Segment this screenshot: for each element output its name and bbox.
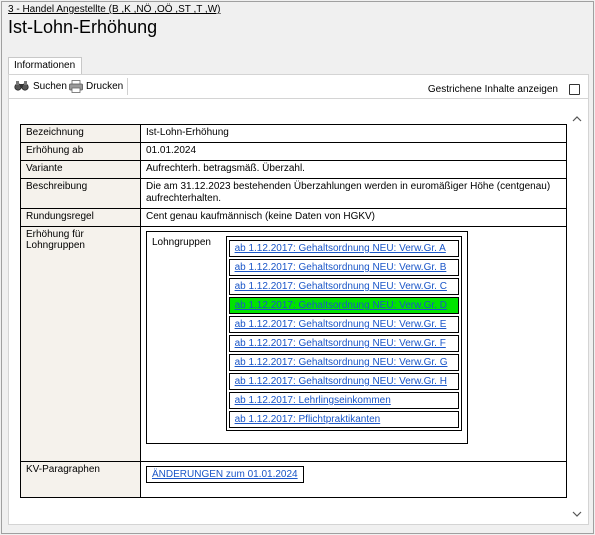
lohngruppe-link[interactable]: ab 1.12.2017: Gehaltsordnung NEU: Verw.G…	[228, 354, 459, 371]
content-panel[interactable]: Bezeichnung Ist-Lohn-Erhöhung Erhöhung a…	[8, 98, 589, 525]
show-struck-checkbox[interactable]	[569, 84, 580, 95]
value-lohngruppen: Lohngruppen ab 1.12.2017: Gehaltsordnung…	[140, 226, 567, 462]
toolbar-divider	[127, 78, 128, 95]
search-button[interactable]: Suchen	[14, 80, 67, 92]
lohngruppe-link[interactable]: ab 1.12.2017: Pflichtpraktikanten	[228, 411, 459, 428]
value-kv-paragraphen: ÄNDERUNGEN zum 01.01.2024	[140, 461, 567, 498]
label-lohngruppen: Erhöhung für Lohngruppen	[20, 226, 141, 462]
label-variante: Variante	[20, 160, 141, 179]
lohngruppe-link[interactable]: ab 1.12.2017: Gehaltsordnung NEU: Verw.G…	[228, 316, 459, 333]
window-frame: 3 - Handel Angestellte (B ,K ,NÖ ,OÖ ,ST…	[1, 1, 594, 534]
printer-icon	[69, 80, 83, 93]
lohngruppen-box: Lohngruppen ab 1.12.2017: Gehaltsordnung…	[146, 231, 468, 444]
lohngruppe-link[interactable]: ab 1.12.2017: Gehaltsordnung NEU: Verw.G…	[228, 240, 459, 257]
tab-informationen[interactable]: Informationen	[8, 57, 83, 75]
kv-aenderungen-link[interactable]: ÄNDERUNGEN zum 01.01.2024	[146, 466, 304, 483]
value-beschreibung: Die am 31.12.2023 bestehenden Überzahlun…	[140, 178, 567, 209]
row-bezeichnung: Bezeichnung Ist-Lohn-Erhöhung	[20, 124, 567, 143]
breadcrumb[interactable]: 3 - Handel Angestellte (B ,K ,NÖ ,OÖ ,ST…	[8, 4, 220, 15]
value-rundungsregel: Cent genau kaufmännisch (keine Daten von…	[140, 208, 567, 227]
row-rundungsregel: Rundungsregel Cent genau kaufmännisch (k…	[20, 208, 567, 227]
lohngruppen-list: ab 1.12.2017: Gehaltsordnung NEU: Verw.G…	[225, 236, 462, 431]
label-beschreibung: Beschreibung	[20, 178, 141, 209]
label-erhoehung-ab: Erhöhung ab	[20, 142, 141, 161]
lohngruppe-link[interactable]: ab 1.12.2017: Gehaltsordnung NEU: Verw.G…	[228, 373, 459, 390]
lohngruppe-link[interactable]: ab 1.12.2017: Gehaltsordnung NEU: Verw.G…	[228, 259, 459, 276]
binoculars-icon	[14, 80, 30, 92]
label-bezeichnung: Bezeichnung	[20, 124, 141, 143]
search-label: Suchen	[33, 80, 67, 92]
page-title: Ist-Lohn-Erhöhung	[8, 17, 158, 37]
lohngruppe-link[interactable]: ab 1.12.2017: Lehrlingseinkommen	[228, 392, 459, 409]
lohngruppen-inner-label: Lohngruppen	[152, 237, 211, 248]
row-variante: Variante Aufrechterh. betragsmäß. Überza…	[20, 160, 567, 179]
scroll-down-icon[interactable]	[572, 506, 582, 517]
print-button[interactable]: Drucken	[69, 80, 123, 93]
label-kv-paragraphen: KV-Paragraphen	[20, 461, 141, 498]
row-lohngruppen: Erhöhung für Lohngruppen Lohngruppen ab …	[20, 226, 567, 462]
toolbar: Suchen Drucken Gestrichene Inhalte anzei…	[8, 74, 589, 98]
value-variante: Aufrechterh. betragsmäß. Überzahl.	[140, 160, 567, 179]
value-erhoehung-ab: 01.01.2024	[140, 142, 567, 161]
value-bezeichnung: Ist-Lohn-Erhöhung	[140, 124, 567, 143]
label-rundungsregel: Rundungsregel	[20, 208, 141, 227]
scroll-up-icon[interactable]	[572, 111, 582, 122]
lohngruppe-link[interactable]: ab 1.12.2017: Gehaltsordnung NEU: Verw.G…	[228, 278, 459, 295]
info-table: Bezeichnung Ist-Lohn-Erhöhung Erhöhung a…	[20, 124, 567, 498]
lohngruppe-link[interactable]: ab 1.12.2017: Gehaltsordnung NEU: Verw.G…	[228, 297, 459, 314]
row-kv-paragraphen: KV-Paragraphen ÄNDERUNGEN zum 01.01.2024	[20, 461, 567, 498]
row-beschreibung: Beschreibung Die am 31.12.2023 bestehend…	[20, 178, 567, 209]
row-erhoehung-ab: Erhöhung ab 01.01.2024	[20, 142, 567, 161]
lohngruppe-link[interactable]: ab 1.12.2017: Gehaltsordnung NEU: Verw.G…	[228, 335, 459, 352]
show-struck-label: Gestrichene Inhalte anzeigen	[427, 84, 558, 95]
print-label: Drucken	[86, 81, 124, 92]
